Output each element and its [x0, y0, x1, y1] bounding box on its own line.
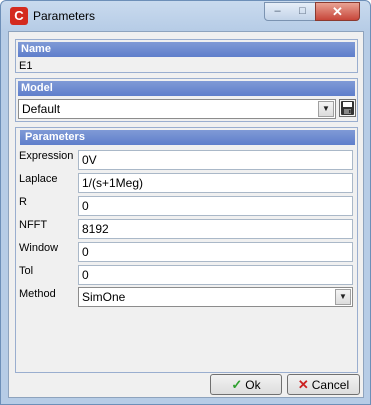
tol-field[interactable]: 0: [78, 265, 353, 285]
window-title: Parameters: [33, 9, 96, 23]
minimize-button[interactable]: –: [264, 2, 291, 21]
r-label: R: [19, 196, 27, 208]
cancel-button[interactable]: ✕ Cancel: [287, 374, 360, 395]
laplace-field[interactable]: 1/(s+1Meg): [78, 173, 353, 193]
model-header: Model: [18, 81, 355, 96]
model-select-value: Default: [22, 102, 61, 116]
simulator-logo-icon: C: [10, 7, 28, 25]
parameters-dialog: C Parameters – □ ✕ Name E1 Model Default…: [0, 0, 371, 405]
title-bar[interactable]: C Parameters – □ ✕: [1, 1, 370, 31]
name-header: Name: [18, 42, 355, 57]
x-icon: ✕: [297, 377, 309, 392]
floppy-disk-icon: [341, 101, 354, 115]
maximize-button[interactable]: □: [290, 2, 316, 21]
method-label: Method: [19, 288, 56, 300]
name-group: Name E1: [15, 39, 358, 73]
ok-label: Ok: [245, 378, 261, 392]
window-label: Window: [19, 242, 59, 254]
chevron-down-icon[interactable]: ▼: [318, 101, 334, 117]
parameters-group: Parameters Expression 0V Laplace 1/(s+1M…: [15, 127, 358, 373]
method-select[interactable]: SimOne ▼: [78, 287, 353, 307]
parameters-header: Parameters: [20, 130, 355, 145]
save-model-button[interactable]: [339, 99, 356, 117]
model-group: Model Default ▼: [15, 78, 358, 122]
checkmark-icon: ✓: [231, 377, 243, 392]
expression-label: Expression: [19, 150, 74, 162]
dialog-body: Name E1 Model Default ▼ Parameters Expre…: [8, 31, 364, 398]
name-value: E1: [19, 60, 33, 72]
window-field[interactable]: 0: [78, 242, 353, 262]
model-select[interactable]: Default ▼: [18, 99, 336, 119]
r-field[interactable]: 0: [78, 196, 353, 216]
ok-button[interactable]: ✓ Ok: [210, 374, 282, 395]
method-select-value: SimOne: [82, 290, 126, 304]
chevron-down-icon[interactable]: ▼: [335, 289, 351, 305]
nfft-field[interactable]: 8192: [78, 219, 353, 239]
expression-field[interactable]: 0V: [78, 150, 353, 170]
close-button[interactable]: ✕: [315, 2, 360, 21]
cancel-label: Cancel: [311, 378, 350, 392]
laplace-label: Laplace: [19, 173, 58, 185]
nfft-label: NFFT: [19, 219, 48, 231]
tol-label: Tol: [19, 265, 34, 277]
